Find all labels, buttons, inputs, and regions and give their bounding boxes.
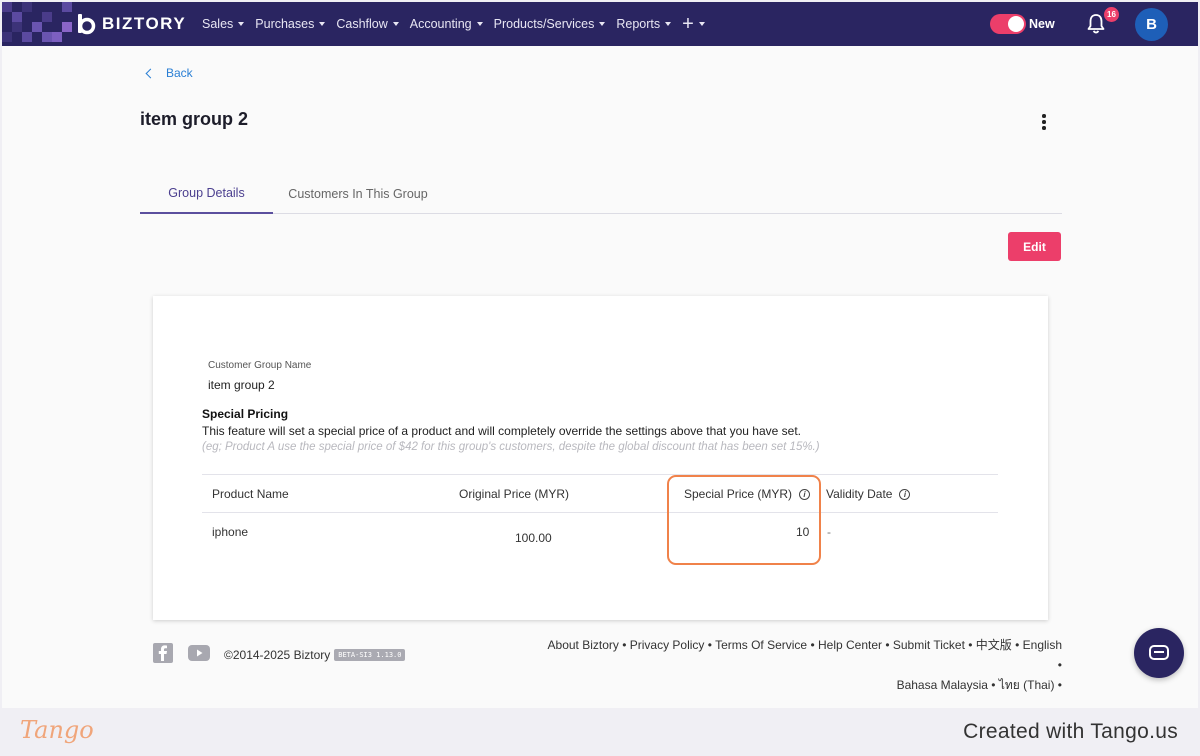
plus-icon: + [682,13,694,35]
menu-accounting[interactable]: Accounting [410,17,483,31]
tango-logo: Tango [20,716,94,744]
column-header-original-price-label: Original Price (MYR) [459,487,570,501]
group-details-card: Customer Group Name item group 2 Special… [153,296,1048,620]
menu-reports[interactable]: Reports [616,17,672,31]
chevron-down-icon [698,22,705,26]
bell-icon[interactable] [1086,13,1106,35]
cell-original-price: 100.00 [515,531,552,545]
menu-accounting-label: Accounting [409,17,472,31]
tab-group-details[interactable]: Group Details [140,174,273,214]
page-title: item group 2 [140,109,249,129]
chat-widget-button[interactable] [1134,628,1184,678]
menu-quick-add[interactable]: + [682,14,705,34]
copyright-text: ©2014-2025 Biztory [224,648,331,662]
more-options-icon[interactable] [1038,113,1050,131]
back-label: Back [166,66,193,80]
menu-reports-label: Reports [616,17,661,31]
version-badge: BETA-SI3 1.13.0 [334,649,406,661]
biztory-logo-icon [78,14,96,35]
tango-created-with: Created with Tango.us [963,720,1178,743]
tutorial-highlight-box [667,475,821,565]
notification-badge: 16 [1104,7,1119,22]
back-link[interactable]: Back [145,66,193,80]
column-header-product: Product Name [212,487,289,501]
chevron-down-icon [238,22,245,26]
chevron-down-icon [319,22,326,26]
footer-links-line-2[interactable]: Bahasa Malaysia • ไทย (Thai) • [542,675,1062,695]
table-header: Product Name Original Price (MYR) Specia… [202,474,998,513]
footer-links: About Biztory • Privacy Policy • Terms O… [542,635,1062,695]
menu-sales-label: Sales [202,17,234,31]
chevron-down-icon [665,22,672,26]
tab-customers-in-group[interactable]: Customers In This Group [273,174,443,214]
biztory-app: BIZTORY Sales Purchases Cashflow Account… [2,2,1198,708]
column-header-validity: Validity Date i [826,487,911,501]
column-header-validity-label: Validity Date [826,487,893,501]
cell-validity-date: - [827,525,831,539]
menu-purchases-label: Purchases [255,17,315,31]
chat-icon [1149,645,1169,660]
group-name-label: Customer Group Name [208,360,312,371]
column-header-product-label: Product Name [212,487,289,501]
menu-products-services-label: Products/Services [493,17,595,31]
menu-cashflow-label: Cashflow [336,17,388,31]
facebook-icon[interactable] [153,643,173,663]
copyright: ©2014-2025 Biztory BETA-SI3 1.13.0 [224,648,406,662]
main-menu: Sales Purchases Cashflow Accounting Prod… [202,2,716,46]
social-links [153,643,210,663]
brand-name: BIZTORY [102,14,187,33]
column-header-original-price: Original Price (MYR) [459,487,569,501]
user-avatar[interactable]: B [1135,8,1168,41]
chevron-down-icon [476,22,483,26]
footer-links-line-1[interactable]: About Biztory • Privacy Policy • Terms O… [542,635,1062,675]
toggle-label: New [1029,17,1055,31]
chevron-down-icon [599,22,606,26]
chevron-down-icon [392,22,399,26]
special-pricing-title: Special Pricing [202,407,289,421]
new-ui-toggle[interactable] [990,14,1026,34]
menu-cashflow[interactable]: Cashflow [336,17,399,31]
menu-purchases[interactable]: Purchases [255,17,326,31]
group-name-value: item group 2 [208,378,275,392]
biztory-logo[interactable]: BIZTORY [76,11,186,37]
youtube-icon[interactable] [188,645,210,661]
top-navbar: BIZTORY Sales Purchases Cashflow Account… [2,2,1198,46]
facebook-glyph [158,645,167,661]
tango-frame: BIZTORY Sales Purchases Cashflow Account… [0,0,1200,756]
special-pricing-description: This feature will set a special price of… [202,424,801,438]
cell-product-name: iphone [212,525,249,539]
info-icon[interactable]: i [899,488,911,500]
youtube-glyph [197,649,203,657]
group-tabs: Group Details Customers In This Group [140,174,1062,214]
toggle-knob [1008,16,1024,32]
chevron-left-icon [145,68,156,78]
edit-button[interactable]: Edit [1008,232,1061,261]
menu-products-services[interactable]: Products/Services [494,17,606,31]
special-pricing-example: (eg; Product A use the special price of … [202,441,820,453]
menu-sales[interactable]: Sales [202,17,245,31]
